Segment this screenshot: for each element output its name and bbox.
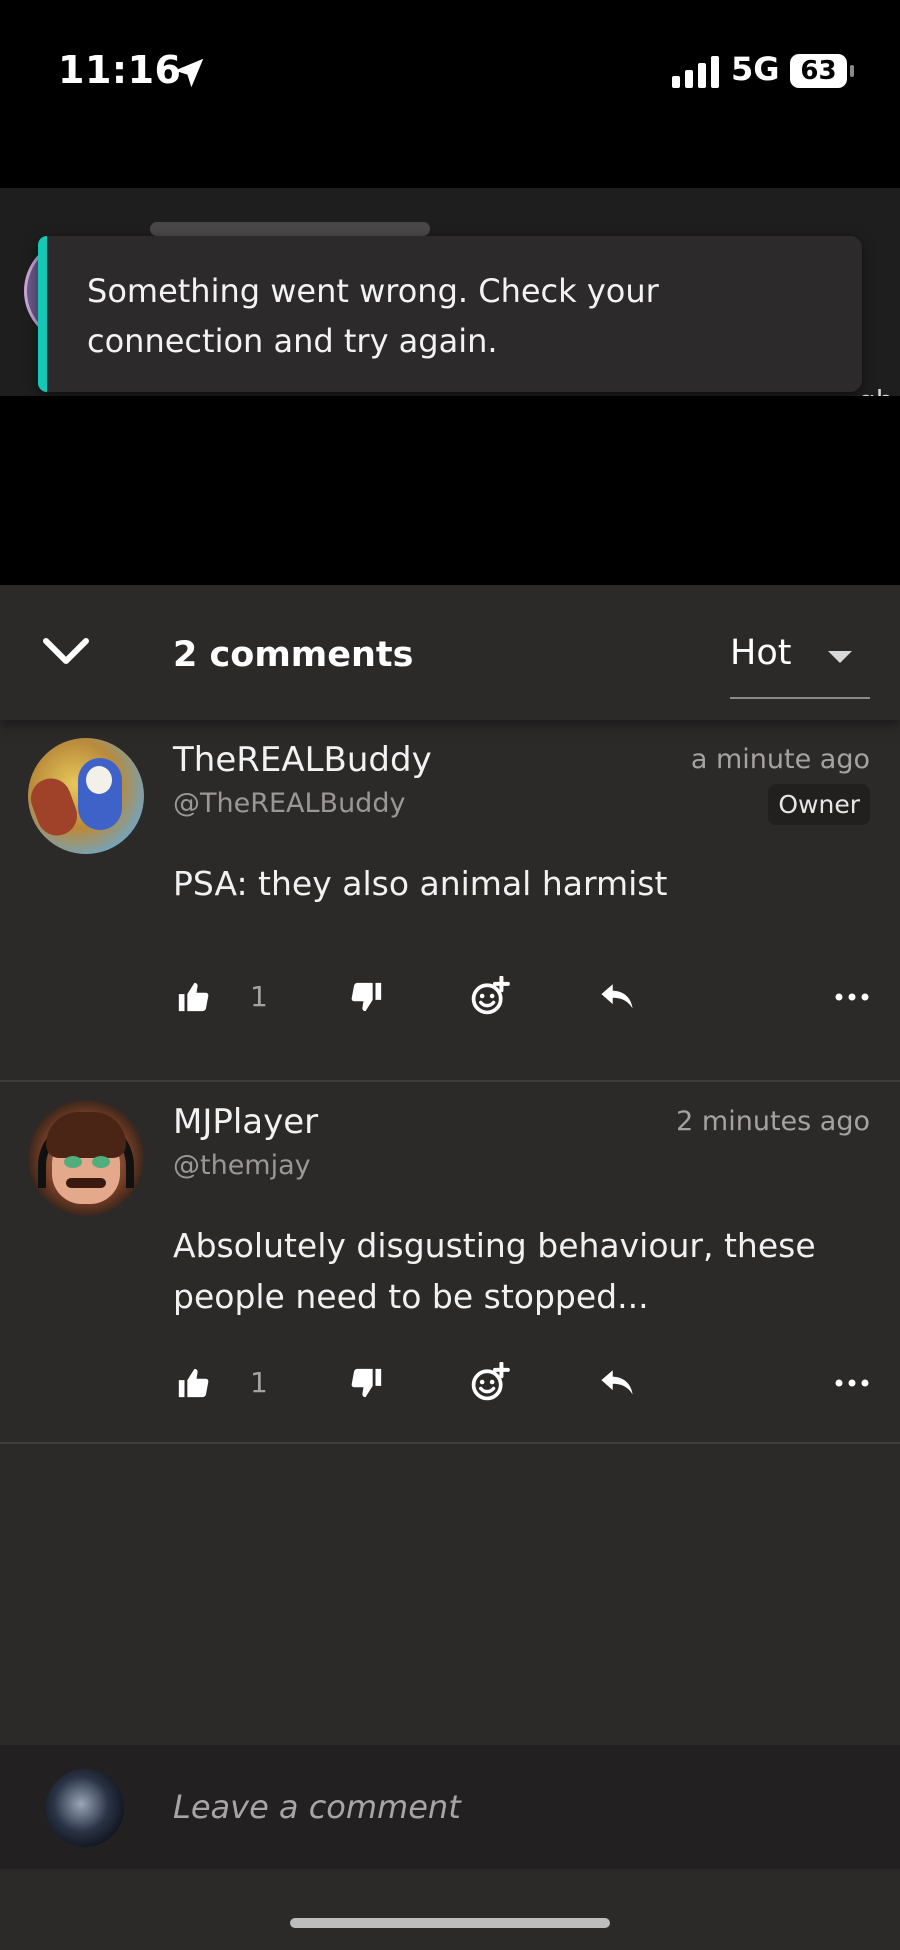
like-count: 1 <box>250 1366 268 1399</box>
like-count: 1 <box>250 980 268 1013</box>
more-options-icon[interactable] <box>834 980 870 1014</box>
battery-tip <box>850 65 854 77</box>
comment-timestamp: a minute ago <box>690 744 870 775</box>
comment-count: 2 comments <box>173 635 414 675</box>
comment-username[interactable]: MJPlayer <box>173 1102 318 1142</box>
avatar[interactable] <box>28 1100 144 1216</box>
thumbs-down-icon[interactable] <box>350 980 384 1014</box>
comment-text: Absolutely disgusting behaviour, these p… <box>173 1226 816 1316</box>
error-toast[interactable]: Something went wrong. Check your connect… <box>38 236 862 392</box>
add-reaction-icon[interactable] <box>470 1362 510 1402</box>
home-indicator[interactable] <box>290 1918 610 1928</box>
avatar-art <box>92 1156 110 1168</box>
comment-handle[interactable]: @themjay <box>173 1150 311 1181</box>
comments-header: 2 comments Hot <box>0 585 900 720</box>
status-bar: 11:16 5G 63 <box>0 0 900 150</box>
location-arrow-icon <box>174 58 204 88</box>
battery-level: 63 <box>790 54 847 88</box>
comment-timestamp: 2 minutes ago <box>676 1106 870 1137</box>
comment-input[interactable] <box>173 1779 853 1835</box>
comment-item: MJPlayer @themjay 2 minutes ago Absolute… <box>0 1082 900 1444</box>
toast-accent-bar <box>38 236 47 392</box>
battery-icon: 63 <box>790 54 854 88</box>
post-trailing-text: gh <box>858 384 894 396</box>
thumbs-up-icon[interactable] <box>176 1366 210 1400</box>
post-author-name-placeholder <box>150 222 430 236</box>
more-options-icon[interactable] <box>834 1366 870 1400</box>
add-reaction-icon[interactable] <box>470 976 510 1016</box>
comment-username[interactable]: TheREALBuddy <box>173 740 432 780</box>
comment-actions: 1 <box>0 968 900 1028</box>
caret-down-icon <box>828 651 852 663</box>
avatar[interactable] <box>28 738 144 854</box>
avatar <box>46 1769 124 1847</box>
thumbs-up-icon[interactable] <box>176 980 210 1014</box>
avatar-art <box>64 1156 82 1168</box>
comment-actions: 1 <box>0 1354 900 1414</box>
avatar-art <box>46 1112 126 1158</box>
sort-dropdown[interactable]: Hot <box>730 623 870 699</box>
toast-message: Something went wrong. Check your connect… <box>87 272 659 360</box>
comment-handle[interactable]: @TheREALBuddy <box>173 788 405 819</box>
thumbs-down-icon[interactable] <box>350 1366 384 1400</box>
chevron-down-icon[interactable] <box>38 627 94 677</box>
avatar-art <box>28 772 83 842</box>
comment-item: TheREALBuddy @TheREALBuddy a minute ago … <box>0 720 900 1082</box>
sort-value: Hot <box>730 633 792 673</box>
comment-composer <box>0 1745 900 1869</box>
network-type: 5G <box>731 50 780 88</box>
owner-badge: Owner <box>768 784 870 825</box>
comment-text: PSA: they also animal harmist <box>173 864 668 903</box>
reply-icon[interactable] <box>598 1366 636 1400</box>
status-time: 11:16 <box>58 48 182 92</box>
signal-bars-icon <box>672 56 719 88</box>
avatar-art <box>86 766 112 794</box>
avatar-art <box>66 1178 106 1188</box>
reply-icon[interactable] <box>598 980 636 1014</box>
